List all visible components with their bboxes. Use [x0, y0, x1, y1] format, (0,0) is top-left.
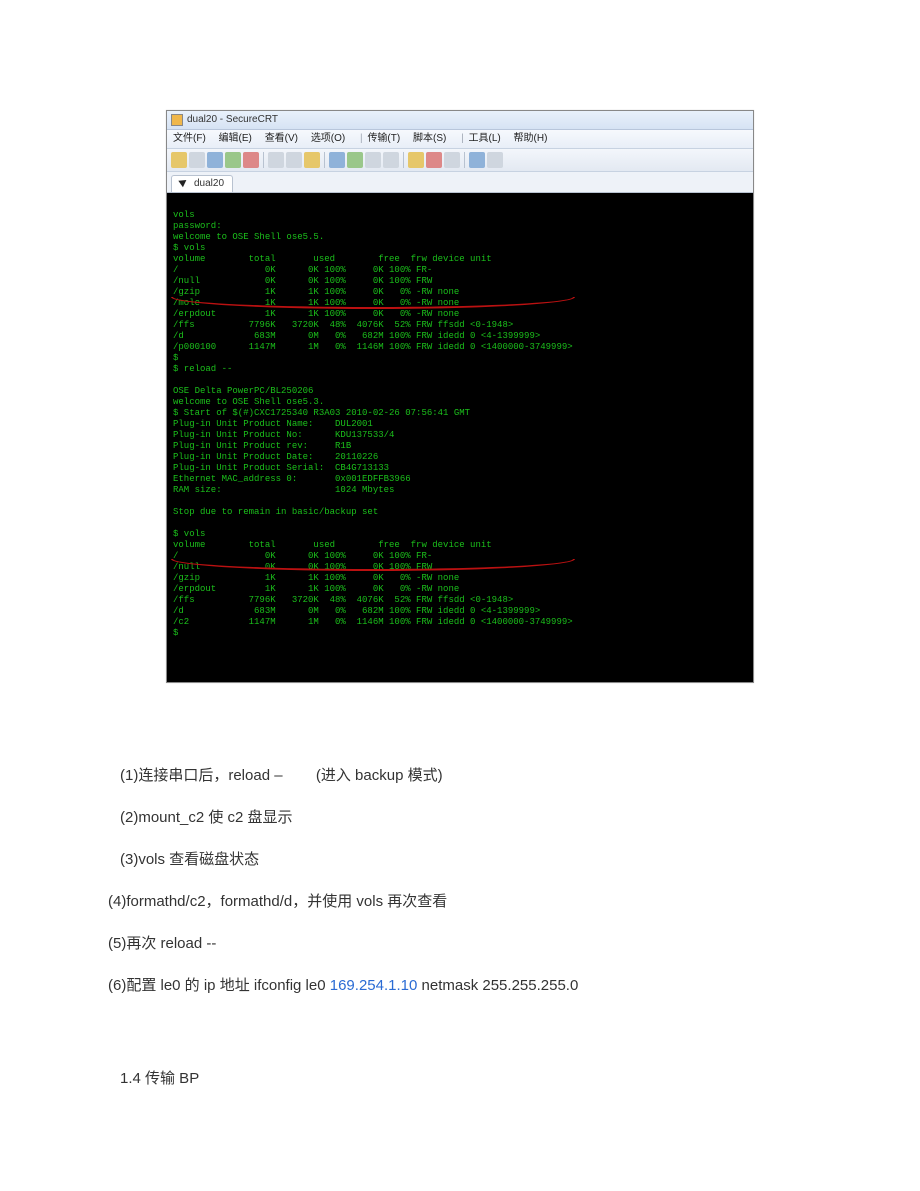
- step-3: (3)vols 查看磁盘状态: [120, 839, 920, 881]
- toolbar-icon[interactable]: [469, 152, 485, 168]
- step-2: (2)mount_c2 使 c2 盘显示: [120, 797, 920, 839]
- tab-label: dual20: [194, 176, 224, 192]
- securecrt-window: dual20 - SecureCRT 文件(F) 编辑(E) 查看(V) 选项(…: [166, 110, 754, 683]
- toolbar-icon[interactable]: [347, 152, 363, 168]
- toolbar-icon[interactable]: [171, 152, 187, 168]
- cursor-icon: [180, 178, 190, 190]
- step-5: (5)再次 reload --: [108, 923, 920, 965]
- toolbar-icon[interactable]: [189, 152, 205, 168]
- toolbar-icon[interactable]: [487, 152, 503, 168]
- menu-help[interactable]: 帮助(H): [514, 133, 548, 144]
- step-4: (4)formathd/c2，formathd/d，并使用 vols 再次查看: [108, 881, 920, 923]
- menu-view[interactable]: 查看(V): [265, 133, 298, 144]
- toolbar-icon[interactable]: [268, 152, 284, 168]
- toolbar-separator: [403, 152, 404, 168]
- toolbar-icon[interactable]: [304, 152, 320, 168]
- app-icon: [171, 114, 183, 126]
- step-6-ip: 169.254.1.10: [330, 977, 418, 994]
- terminal-output[interactable]: vols password: welcome to OSE Shell ose5…: [167, 193, 753, 682]
- toolbar-icon[interactable]: [444, 152, 460, 168]
- toolbar-icon[interactable]: [329, 152, 345, 168]
- toolbar-separator: [464, 152, 465, 168]
- toolbar-icon[interactable]: [225, 152, 241, 168]
- step-1: (1)连接串口后，reload – (进入 backup 模式): [120, 755, 920, 797]
- step-6-text-b: netmask 255.255.255.0: [417, 977, 578, 994]
- menu-edit[interactable]: 编辑(E): [219, 133, 252, 144]
- window-title: dual20 - SecureCRT: [187, 111, 278, 129]
- toolbar: [167, 149, 753, 172]
- terminal-block-3: $ vols volume total used free frw device…: [173, 529, 573, 638]
- step-1-text-a: (1)连接串口后，reload –: [120, 767, 283, 784]
- step-1-text-b: (进入 backup 模式): [316, 767, 443, 784]
- tab-strip: dual20: [167, 172, 753, 193]
- toolbar-icon[interactable]: [243, 152, 259, 168]
- document-page: dual20 - SecureCRT 文件(F) 编辑(E) 查看(V) 选项(…: [0, 110, 920, 1168]
- terminal-block-2: OSE Delta PowerPC/BL250206 welcome to OS…: [173, 386, 470, 517]
- step-6-text-a: (6)配置 le0 的 ip 地址 ifconfig le0: [108, 977, 330, 994]
- window-titlebar: dual20 - SecureCRT: [167, 111, 753, 130]
- menu-transfer[interactable]: 传输(T): [367, 133, 400, 144]
- menu-separator: |: [461, 133, 464, 144]
- instruction-steps: (1)连接串口后，reload – (进入 backup 模式) (2)moun…: [120, 755, 920, 1007]
- toolbar-icon[interactable]: [408, 152, 424, 168]
- terminal-block-1: vols password: welcome to OSE Shell ose5…: [173, 210, 573, 374]
- toolbar-icon[interactable]: [426, 152, 442, 168]
- section-heading: 1.4 传输 BP: [120, 1067, 920, 1088]
- session-tab[interactable]: dual20: [171, 175, 233, 192]
- menu-options[interactable]: 选项(O): [311, 133, 345, 144]
- toolbar-icon[interactable]: [365, 152, 381, 168]
- menu-bar[interactable]: 文件(F) 编辑(E) 查看(V) 选项(O) | 传输(T) 脚本(S) | …: [167, 130, 753, 149]
- toolbar-separator: [324, 152, 325, 168]
- menu-script[interactable]: 脚本(S): [413, 133, 446, 144]
- toolbar-icon[interactable]: [383, 152, 399, 168]
- menu-separator: |: [360, 133, 363, 144]
- menu-tools[interactable]: 工具(L): [469, 133, 501, 144]
- toolbar-icon[interactable]: [207, 152, 223, 168]
- toolbar-icon[interactable]: [286, 152, 302, 168]
- menu-file[interactable]: 文件(F): [173, 133, 206, 144]
- toolbar-separator: [263, 152, 264, 168]
- step-6: (6)配置 le0 的 ip 地址 ifconfig le0 169.254.1…: [108, 965, 920, 1007]
